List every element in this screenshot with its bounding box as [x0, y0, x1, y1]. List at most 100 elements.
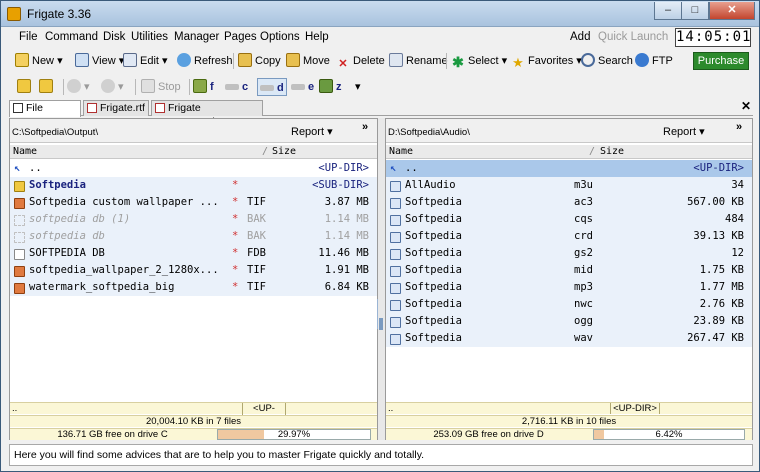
tab-file-manager[interactable]: File Manager [9, 100, 81, 128]
menu-add[interactable]: Add [570, 31, 590, 43]
folder-button[interactable] [17, 78, 34, 96]
pane-splitter[interactable] [378, 118, 385, 440]
left-file-row[interactable]: Softpedia * <SUB-DIR> [10, 177, 377, 194]
search-icon [581, 53, 595, 67]
menu-options[interactable]: Options [260, 31, 300, 43]
stop-button[interactable]: Stop [141, 78, 181, 96]
drive-z-button[interactable]: z [319, 78, 342, 96]
rename-button[interactable]: Rename [389, 52, 448, 70]
image-file-icon [14, 283, 25, 294]
audio-file-icon [390, 283, 401, 294]
move-button[interactable]: Move [286, 52, 330, 70]
right-col-size[interactable]: Size [600, 146, 624, 157]
right-file-row[interactable]: ↖.. <UP-DIR> [386, 160, 752, 177]
left-col-size[interactable]: Size [272, 146, 296, 157]
left-file-row[interactable]: Softpedia custom wallpaper ... * TIF 3.87 M… [10, 194, 377, 211]
left-pane[interactable]: C:\Softpedia\Output\ Report ▾ » Name / S… [9, 118, 382, 440]
ftp-button[interactable]: FTP [635, 52, 673, 70]
file-extension: ogg [574, 315, 593, 327]
right-path[interactable]: D:\Softpedia\Audio\ [388, 127, 470, 138]
copy-button[interactable]: Copy [238, 52, 281, 70]
file-size: 23.89 KB [693, 315, 744, 327]
audio-file-icon [390, 215, 401, 226]
title-bar[interactable]: Frigate 3.36 – □ ✕ [1, 1, 759, 27]
file-size: 34 [731, 179, 744, 191]
copy-icon [238, 53, 252, 67]
drive-icon [193, 79, 207, 93]
right-file-row[interactable]: Softpedia wav 267.47 KB [386, 330, 752, 347]
main-toolbar: New ▾ View ▾ Edit ▾ Refresh Copy Move ✕ D… [5, 50, 757, 72]
folder-icon [17, 79, 31, 93]
maximize-button[interactable]: □ [681, 2, 709, 20]
back-button[interactable]: ▾ [67, 78, 90, 96]
menu-utilities[interactable]: Utilities [131, 31, 168, 43]
select-button[interactable]: ✱ Select ▾ [451, 52, 507, 70]
menu-help[interactable]: Help [305, 31, 329, 43]
left-file-row[interactable]: ↖.. <UP-DIR> [10, 160, 377, 177]
drives-dropdown[interactable]: ▾ [355, 78, 361, 96]
new-button[interactable]: New ▾ [15, 52, 63, 70]
search-button[interactable]: Search [581, 52, 633, 70]
audio-file-icon [390, 181, 401, 192]
favorites-button[interactable]: ★ Favorites ▾ [511, 52, 582, 70]
right-file-row[interactable]: Softpedia nwc 2.76 KB [386, 296, 752, 313]
right-file-row[interactable]: Softpedia mid 1.75 KB [386, 262, 752, 279]
menu-command[interactable]: Command [45, 31, 98, 43]
file-name: Softpedia [29, 179, 86, 191]
right-report-button[interactable]: Report ▾ [663, 125, 705, 138]
left-file-row[interactable]: softpedia db (1) * BAK 1.14 MB [10, 211, 377, 228]
forward-button[interactable]: ▾ [101, 78, 124, 96]
close-tab-icon[interactable]: ✕ [741, 99, 751, 113]
right-pane[interactable]: D:\Softpedia\Audio\ Report ▾ » Name / Si… [385, 118, 753, 440]
left-file-row[interactable]: watermark_softpedia_big * TIF 6.84 KB [10, 279, 377, 296]
menu-manager[interactable]: Manager [174, 31, 219, 43]
mark-indicator: * [232, 213, 239, 225]
delete-button[interactable]: ✕ Delete [336, 52, 384, 70]
right-file-row[interactable]: Softpedia mp3 1.77 MB [386, 279, 752, 296]
close-button[interactable]: ✕ [709, 2, 755, 20]
menu-pages[interactable]: Pages [224, 31, 257, 43]
refresh-button[interactable]: Refresh [177, 52, 233, 70]
forward-arrow-icon [101, 79, 115, 93]
drive-icon [260, 85, 274, 91]
file-extension: ac3 [574, 196, 593, 208]
right-file-row[interactable]: Softpedia cqs 484 [386, 211, 752, 228]
right-selection-info: .. <UP-DIR> [386, 402, 752, 414]
file-extension: gs2 [574, 247, 593, 259]
right-file-row[interactable]: Softpedia crd 39.13 KB [386, 228, 752, 245]
purchase-button[interactable]: Purchase [693, 52, 749, 70]
minimize-button[interactable]: – [654, 2, 682, 20]
tab-frigate-features[interactable]: Frigate Features.htm [151, 100, 263, 128]
menu-bar: File Command Disk Utilities Manager Page… [5, 28, 757, 48]
splitter-handle[interactable] [379, 318, 383, 330]
left-file-row[interactable]: SOFTPEDIA DB * FDB 11.46 MB [10, 245, 377, 262]
rename-icon [389, 53, 403, 67]
menu-disk[interactable]: Disk [103, 31, 125, 43]
left-file-row[interactable]: softpedia db * BAK 1.14 MB [10, 228, 377, 245]
left-report-button[interactable]: Report ▾ [291, 125, 333, 138]
drive-c-button[interactable]: c [225, 78, 248, 96]
right-file-row[interactable]: AllAudio m3u 34 [386, 177, 752, 194]
right-col-name[interactable]: Name [389, 146, 413, 157]
left-path[interactable]: C:\Softpedia\Output\ [12, 127, 98, 138]
left-more-button[interactable]: » [362, 121, 368, 133]
menu-quick-launch[interactable]: Quick Launch [598, 31, 668, 43]
drive-f-button[interactable]: f [193, 78, 214, 96]
left-file-row[interactable]: softpedia_wallpaper_2_1280x... * TIF 1.91 M… [10, 262, 377, 279]
edit-folder-button[interactable] [39, 78, 56, 96]
file-extension: wav [574, 332, 593, 344]
tab-frigate-rtf[interactable]: Frigate.rtf [83, 100, 149, 116]
drive-e-button[interactable]: e [291, 78, 314, 96]
image-file-icon [14, 266, 25, 277]
right-file-row[interactable]: Softpedia ac3 567.00 KB [386, 194, 752, 211]
right-file-row[interactable]: Softpedia gs2 12 [386, 245, 752, 262]
right-more-button[interactable]: » [736, 121, 742, 133]
view-button[interactable]: View ▾ [75, 52, 124, 70]
edit-button[interactable]: Edit ▾ [123, 52, 168, 70]
file-icon [14, 232, 25, 243]
right-file-row[interactable]: Softpedia ogg 23.89 KB [386, 313, 752, 330]
drive-d-button[interactable]: d [257, 78, 287, 96]
file-name: .. [405, 162, 418, 174]
menu-file[interactable]: File [19, 31, 38, 43]
left-col-name[interactable]: Name [13, 146, 37, 157]
